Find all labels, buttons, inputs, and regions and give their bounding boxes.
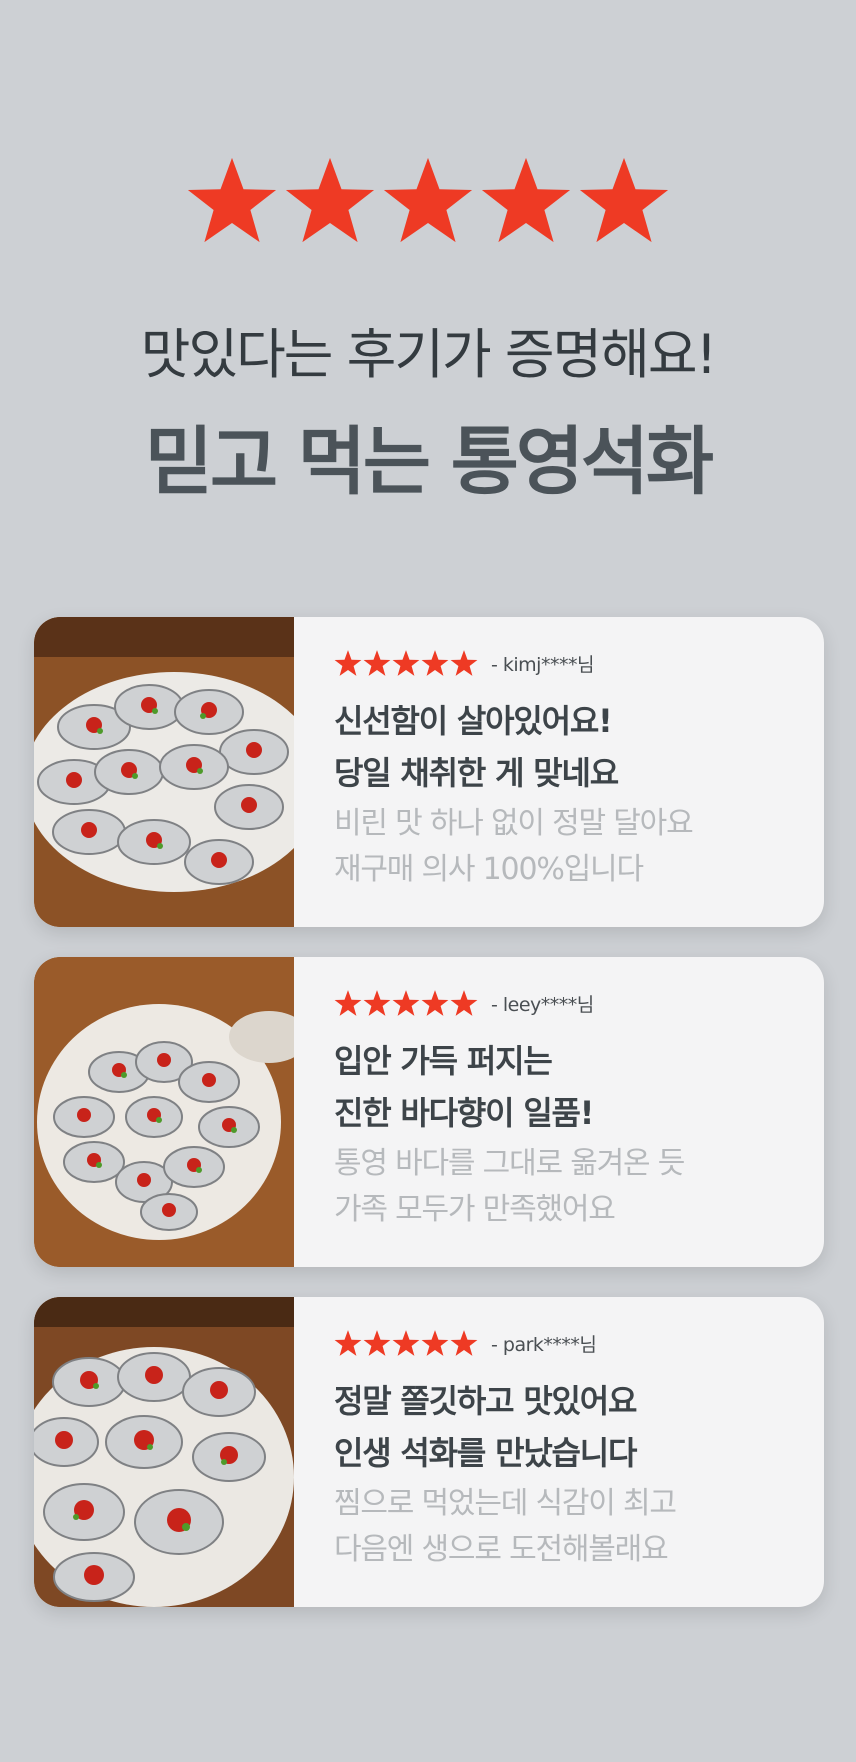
review-photo (34, 617, 294, 927)
review-rating-row: - leey****님 (334, 985, 804, 1021)
star-icon (450, 650, 478, 676)
star-icon (579, 157, 669, 243)
star-icon (421, 650, 449, 676)
review-text-line: 통영 바다를 그대로 옮겨온 듯 (334, 1146, 685, 1181)
review-content: - leey****님 입안 가득 퍼지는 진한 바다향이 일품! 통영 바다를… (334, 985, 804, 1233)
review-headline-line: 입안 가득 퍼지는 (334, 1042, 553, 1080)
review-photo (34, 1297, 294, 1607)
star-icon (187, 157, 277, 243)
star-icon (383, 157, 473, 243)
review-text: 비린 맛 하나 없이 정말 달아요 재구매 의사 100%입니다 (334, 801, 804, 893)
star-icon (363, 650, 391, 676)
hero-section: 맛있다는 후기가 증명해요! 믿고 먹는 통영석화 (0, 0, 856, 560)
review-headline: 입안 가득 퍼지는 진한 바다향이 일품! (334, 1035, 804, 1139)
review-headline-line: 진한 바다향이 일품! (334, 1094, 594, 1132)
star-icon (450, 990, 478, 1016)
review-text: 찜으로 먹었는데 식감이 최고 다음엔 생으로 도전해볼래요 (334, 1481, 804, 1573)
review-rating-row: - kimj****님 (334, 645, 804, 681)
star-icon (421, 1330, 449, 1356)
review-text-line: 비린 맛 하나 없이 정말 달아요 (334, 806, 694, 841)
star-icon (450, 1330, 478, 1356)
review-stars (334, 648, 479, 678)
review-card[interactable]: - park****님 정말 쫄깃하고 맛있어요 인생 석화를 만났습니다 찜으… (34, 1297, 824, 1607)
page-subtitle: 맛있다는 후기가 증명해요! (140, 323, 717, 386)
star-icon (334, 990, 362, 1016)
reviewer-name: - leey****님 (491, 993, 594, 1016)
star-icon (285, 157, 375, 243)
review-text-line: 다음엔 생으로 도전해볼래요 (334, 1532, 669, 1567)
reviewer-name: - park****님 (491, 1333, 597, 1356)
review-text: 통영 바다를 그대로 옮겨온 듯 가족 모두가 만족했어요 (334, 1141, 804, 1233)
review-headline-line: 정말 쫄깃하고 맛있어요 (334, 1382, 637, 1420)
star-icon (334, 650, 362, 676)
star-icon (363, 990, 391, 1016)
star-icon (392, 990, 420, 1016)
star-icon (421, 990, 449, 1016)
review-headline: 신선함이 살아있어요! 당일 채취한 게 맞네요 (334, 695, 804, 799)
oyster-platter-photo (34, 617, 294, 927)
review-headline: 정말 쫄깃하고 맛있어요 인생 석화를 만났습니다 (334, 1375, 804, 1479)
star-icon (392, 650, 420, 676)
review-photo (34, 957, 294, 1267)
review-card[interactable]: - kimj****님 신선함이 살아있어요! 당일 채취한 게 맞네요 비린 … (34, 617, 824, 927)
review-list: - kimj****님 신선함이 살아있어요! 당일 채취한 게 맞네요 비린 … (34, 617, 824, 1637)
review-headline-line: 인생 석화를 만났습니다 (334, 1434, 637, 1472)
review-stars (334, 988, 479, 1018)
page-title: 믿고 먹는 통영석화 (144, 419, 714, 505)
oyster-platter-photo (34, 957, 294, 1267)
review-headline-line: 신선함이 살아있어요! (334, 702, 613, 740)
review-headline-line: 당일 채취한 게 맞네요 (334, 754, 619, 792)
star-icon (334, 1330, 362, 1356)
rating-stars-large (0, 150, 856, 250)
review-stars (334, 1328, 479, 1358)
star-icon (392, 1330, 420, 1356)
review-text-line: 가족 모두가 만족했어요 (334, 1192, 616, 1227)
star-icon (481, 157, 571, 243)
review-text-line: 찜으로 먹었는데 식감이 최고 (334, 1486, 677, 1521)
oyster-platter-photo (34, 1297, 294, 1607)
star-icon (363, 1330, 391, 1356)
review-text-line: 재구매 의사 100%입니다 (334, 852, 644, 887)
review-rating-row: - park****님 (334, 1325, 804, 1361)
reviewer-name: - kimj****님 (491, 653, 594, 676)
review-content: - kimj****님 신선함이 살아있어요! 당일 채취한 게 맞네요 비린 … (334, 645, 804, 893)
review-content: - park****님 정말 쫄깃하고 맛있어요 인생 석화를 만났습니다 찜으… (334, 1325, 804, 1573)
review-card[interactable]: - leey****님 입안 가득 퍼지는 진한 바다향이 일품! 통영 바다를… (34, 957, 824, 1267)
